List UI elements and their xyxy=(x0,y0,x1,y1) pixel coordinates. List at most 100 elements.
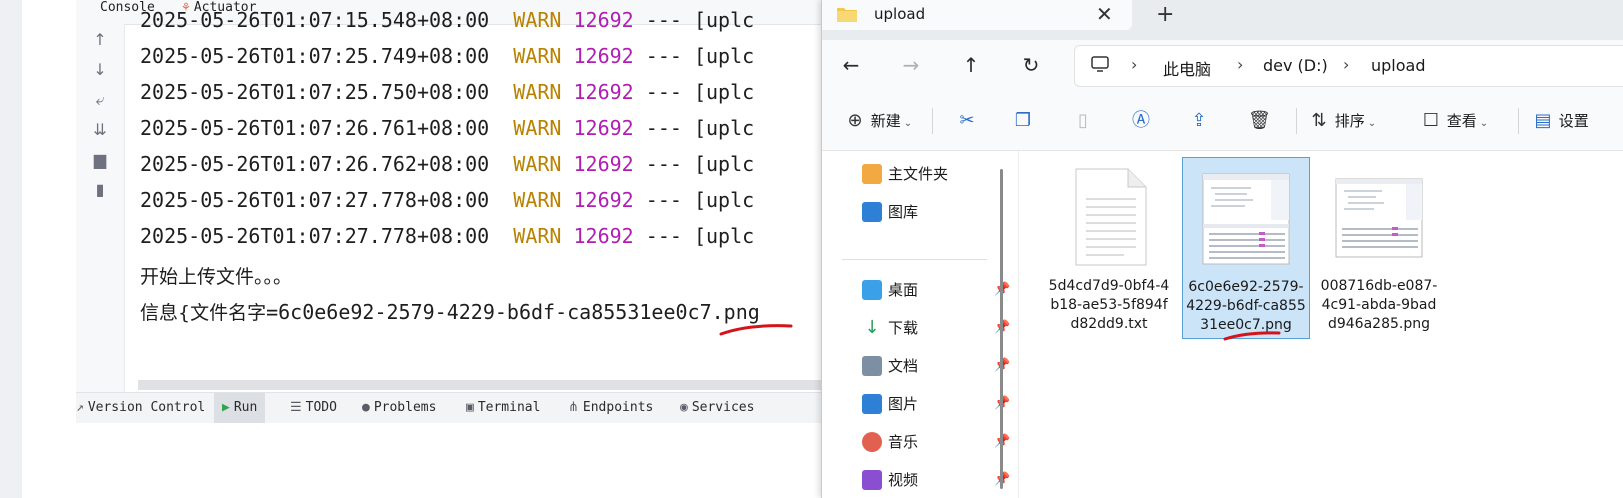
gallery-icon xyxy=(862,202,882,222)
soft-wrap-icon[interactable]: ⤶ xyxy=(90,90,110,110)
file-name: 008716db-e087-4c91-abda-9badd946a285.png xyxy=(1320,278,1438,332)
left-panel xyxy=(22,0,76,498)
console-horizontal-scrollbar[interactable] xyxy=(138,380,821,390)
copy-button[interactable]: ❐ xyxy=(1012,106,1034,136)
scissors-icon: ✂ xyxy=(959,110,975,131)
sidebar-item-pictures[interactable]: 图片📌 xyxy=(842,387,1017,421)
toolbar-endpoints[interactable]: ⋔ Endpoints xyxy=(568,393,653,423)
clipboard-icon: ▯ xyxy=(1078,110,1088,131)
explorer-tab[interactable]: upload ✕ xyxy=(822,0,1132,30)
sidebar-item-gallery[interactable]: 图库 xyxy=(842,195,1017,229)
divider xyxy=(1296,108,1297,134)
explorer-navbar: ← → ↑ ↻ › 此电脑 › dev (D:) › upload xyxy=(822,40,1623,92)
desktop-icon xyxy=(862,280,882,300)
log-line: 2025-05-26T01:07:26.762+08:00 WARN 12692… xyxy=(140,152,755,176)
red-annotation-underline xyxy=(1223,331,1281,341)
log-line: 2025-05-26T01:07:27.778+08:00 WARN 12692… xyxy=(140,224,755,248)
divider xyxy=(932,108,933,134)
sidebar-item-home[interactable]: 主文件夹 xyxy=(842,157,1017,191)
navigation-scrollbar[interactable] xyxy=(1000,169,1003,489)
videos-icon xyxy=(862,470,882,490)
computer-icon xyxy=(1091,56,1109,72)
toolbar-services[interactable]: ◉ Services xyxy=(680,393,754,423)
log-line: 2025-05-26T01:07:25.749+08:00 WARN 12692… xyxy=(140,44,755,68)
plus-circle-icon: ⊕ xyxy=(847,110,863,131)
trash-icon[interactable]: ▮ xyxy=(90,180,110,200)
sidebar-item-videos[interactable]: 视频📌 xyxy=(842,463,1017,497)
run-icon: ▶ xyxy=(222,400,230,415)
share-button[interactable]: ⇪ xyxy=(1188,106,1210,136)
settings-icon: ▤ xyxy=(1534,110,1552,131)
new-button[interactable]: ⊕ 新建 ⌄ xyxy=(844,106,912,136)
services-icon: ◉ xyxy=(680,400,688,415)
home-icon xyxy=(862,164,882,184)
endpoints-icon: ⋔ xyxy=(568,400,579,415)
command-bar: ⊕ 新建 ⌄ ✂ ❐ ▯ Ⓐ ⇪ 🗑 ⇅ 排序 ⌄ ☐ 查看 ⌄ ▤ 设置 xyxy=(822,92,1623,151)
log-message-info: 信息{文件名字=6c0e6e92-2579-4229-b6df-ca85531e… xyxy=(140,300,760,324)
music-icon xyxy=(862,432,882,452)
up-icon[interactable]: ↑ xyxy=(956,50,986,80)
image-thumbnail-icon xyxy=(1202,173,1290,265)
address-bar[interactable]: › 此电脑 › dev (D:) › upload xyxy=(1074,45,1623,87)
toolbar-problems[interactable]: ● Problems xyxy=(362,393,436,423)
arrow-up-icon[interactable]: ↑ xyxy=(90,30,110,50)
file-explorer-window: upload ✕ + ← → ↑ ↻ › 此电脑 › dev (D:) › up… xyxy=(821,0,1623,498)
sidebar-item-downloads[interactable]: ↓ 下载📌 xyxy=(842,311,1017,345)
breadcrumb-this-pc[interactable]: 此电脑 xyxy=(1163,56,1211,80)
print-icon[interactable]: ▆ xyxy=(90,150,110,170)
view-icon: ☐ xyxy=(1422,110,1440,131)
file-item[interactable]: 5d4cd7d9-0bf4-4b18-ae53-5f894fd82dd9.txt xyxy=(1046,157,1172,337)
forward-icon[interactable]: → xyxy=(896,50,926,80)
cut-button[interactable]: ✂ xyxy=(956,106,978,136)
version-control-icon: ↗ xyxy=(76,400,84,415)
terminal-icon: ▣ xyxy=(466,400,474,415)
settings-button[interactable]: ▤ 设置 xyxy=(1532,106,1588,136)
breadcrumb-upload[interactable]: upload xyxy=(1371,56,1426,75)
share-icon: ⇪ xyxy=(1191,110,1207,131)
rename-button[interactable]: Ⓐ xyxy=(1130,106,1152,136)
chevron-right-icon: › xyxy=(1131,55,1138,74)
toolbar-terminal[interactable]: ▣ Terminal xyxy=(466,393,540,423)
close-icon[interactable]: ✕ xyxy=(1096,2,1113,26)
navigation-pane: 主文件夹 图库 桌面📌 ↓ 下载📌 文档📌 图片📌 音乐📌 xyxy=(822,151,1018,498)
paste-button[interactable]: ▯ xyxy=(1072,106,1094,136)
toolbar-run[interactable]: ▶ Run xyxy=(214,393,266,423)
download-icon: ↓ xyxy=(862,318,882,338)
sidebar-item-desktop[interactable]: 桌面📌 xyxy=(842,273,1017,307)
sort-button[interactable]: ⇅ 排序 ⌄ xyxy=(1308,106,1376,136)
file-item[interactable]: 008716db-e087-4c91-abda-9badd946a285.png xyxy=(1316,157,1442,337)
chevron-right-icon: › xyxy=(1343,55,1350,74)
view-button[interactable]: ☐ 查看 ⌄ xyxy=(1420,106,1488,136)
tab-title: upload xyxy=(874,5,926,23)
delete-button[interactable]: 🗑 xyxy=(1248,106,1271,136)
image-thumbnail-icon xyxy=(1335,178,1423,258)
sidebar-item-documents[interactable]: 文档📌 xyxy=(842,349,1017,383)
sort-icon: ⇅ xyxy=(1311,110,1327,131)
log-line: 2025-05-26T01:07:25.750+08:00 WARN 12692… xyxy=(140,80,755,104)
new-tab-icon[interactable]: + xyxy=(1156,2,1174,27)
toolbar-todo[interactable]: ☰ TODO xyxy=(290,393,337,423)
back-icon[interactable]: ← xyxy=(836,50,866,80)
trash-icon: 🗑 xyxy=(1248,110,1271,131)
console-gutter: ↑ ↓ ⤶ ⇊ ▆ ▮ xyxy=(76,24,125,394)
file-list: 5d4cd7d9-0bf4-4b18-ae53-5f894fd82dd9.txt… xyxy=(1018,151,1623,498)
log-line: 2025-05-26T01:07:27.778+08:00 WARN 12692… xyxy=(140,188,755,212)
file-item-selected[interactable]: 6c0e6e92-2579-4229-b6df-ca85531ee0c7.png xyxy=(1182,157,1310,341)
arrow-down-icon[interactable]: ↓ xyxy=(90,60,110,80)
folder-icon xyxy=(837,8,857,22)
problems-icon: ● xyxy=(362,400,370,415)
toolbar-version-control[interactable]: ↗ Version Control xyxy=(76,393,205,423)
text-file-icon xyxy=(1075,168,1147,266)
chevron-right-icon: › xyxy=(1237,55,1244,74)
todo-icon: ☰ xyxy=(290,400,302,415)
sidebar-item-music[interactable]: 音乐📌 xyxy=(842,425,1017,459)
scroll-to-end-icon[interactable]: ⇊ xyxy=(90,120,110,140)
breadcrumb-drive[interactable]: dev (D:) xyxy=(1263,56,1328,75)
refresh-icon[interactable]: ↻ xyxy=(1016,50,1046,80)
log-line: 2025-05-26T01:07:26.761+08:00 WARN 12692… xyxy=(140,116,755,140)
explorer-titlebar: upload ✕ + xyxy=(822,0,1623,40)
log-line: 2025-05-26T01:07:15.548+08:00 WARN 12692… xyxy=(140,8,755,32)
ide-bottom-toolbar: ↗ Version Control ▶ Run ☰ TODO ● Problems ▣ T… xyxy=(76,392,821,423)
log-message-start: 开始上传文件。。。 xyxy=(140,266,293,288)
rename-icon: Ⓐ xyxy=(1132,110,1150,131)
